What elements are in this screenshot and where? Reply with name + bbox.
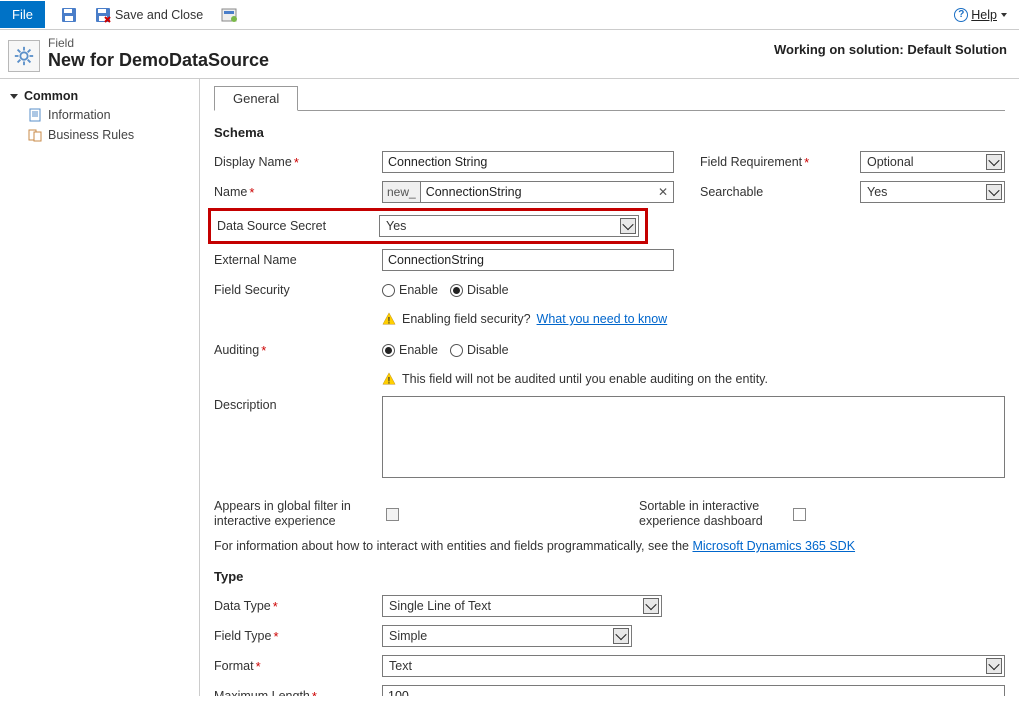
label-description: Description	[214, 396, 382, 412]
nav-item-business-rules[interactable]: Business Rules	[0, 125, 199, 145]
name-prefix: new_	[382, 181, 420, 203]
label-name: Name*	[214, 185, 382, 200]
label-display-name: Display Name*	[214, 155, 382, 170]
clear-icon[interactable]: ✕	[658, 185, 668, 199]
label-data-source-secret: Data Source Secret	[217, 219, 379, 233]
help-icon: ?	[954, 8, 968, 22]
sortable-checkbox[interactable]	[793, 508, 806, 521]
auditing-disable-radio[interactable]: Disable	[450, 343, 509, 357]
data-type-select[interactable]: Single Line of Text	[382, 595, 662, 617]
warning-icon: !	[382, 312, 396, 326]
label-external-name: External Name	[214, 253, 382, 267]
nav-item-label: Business Rules	[48, 128, 134, 142]
label-field-type: Field Type*	[214, 629, 382, 644]
data-source-secret-select[interactable]: Yes	[379, 215, 639, 237]
auditing-enable-radio[interactable]: Enable	[382, 343, 438, 357]
toolbar: File Save and Close ? Help	[0, 0, 1019, 30]
diskette-x-icon	[95, 7, 111, 23]
nav-group-common[interactable]: Common	[0, 87, 199, 105]
chevron-down-icon	[613, 628, 629, 644]
svg-text:!: !	[388, 315, 391, 325]
chevron-down-icon	[620, 218, 636, 234]
field-security-link[interactable]: What you need to know	[537, 312, 668, 326]
label-searchable: Searchable	[700, 185, 860, 199]
label-sortable: Sortable in interactive experience dashb…	[639, 499, 789, 529]
secondary-toolbar-button[interactable]	[215, 3, 243, 27]
label-global-filter: Appears in global filter in interactive …	[214, 499, 382, 529]
header-eyebrow: Field	[48, 36, 269, 50]
chevron-down-icon	[986, 184, 1002, 200]
field-security-warning: ! Enabling field security? What you need…	[382, 312, 1005, 326]
save-and-close-button[interactable]: Save and Close	[89, 3, 209, 27]
svg-text:!: !	[388, 375, 391, 385]
searchable-select[interactable]: Yes	[860, 181, 1005, 203]
label-max-length: Maximum Length*	[214, 689, 382, 697]
solution-context: Working on solution: Default Solution	[774, 38, 1007, 57]
field-security-disable-radio[interactable]: Disable	[450, 283, 509, 297]
content-area: General Schema Display Name* Field Requi…	[200, 79, 1019, 696]
save-button[interactable]	[55, 3, 83, 27]
main-layout: Common Information Business Rules Genera…	[0, 79, 1019, 696]
format-select[interactable]: Text	[382, 655, 1005, 677]
help-menu[interactable]: ? Help	[954, 8, 1007, 22]
label-field-security: Field Security	[214, 283, 382, 297]
tabbar: General	[214, 85, 1005, 111]
chevron-down-icon	[986, 154, 1002, 170]
nav-item-label: Information	[48, 108, 111, 122]
collapse-icon	[10, 94, 18, 99]
warning-icon: !	[382, 372, 396, 386]
description-textarea[interactable]	[382, 396, 1005, 478]
global-filter-checkbox[interactable]	[386, 508, 399, 521]
display-name-input[interactable]	[382, 151, 674, 173]
nav-item-information[interactable]: Information	[0, 105, 199, 125]
tab-general[interactable]: General	[214, 86, 298, 111]
side-nav: Common Information Business Rules	[0, 79, 200, 696]
field-type-select[interactable]: Simple	[382, 625, 632, 647]
diskette-icon	[61, 7, 77, 23]
data-source-secret-row: Data Source Secret Yes	[208, 208, 648, 244]
name-input[interactable]	[420, 181, 674, 203]
sdk-link[interactable]: Microsoft Dynamics 365 SDK	[692, 539, 855, 553]
section-schema: Schema	[214, 125, 1005, 140]
label-field-requirement: Field Requirement*	[700, 155, 860, 170]
gear-icon	[13, 45, 35, 67]
chevron-down-icon	[986, 658, 1002, 674]
max-length-input[interactable]	[382, 685, 1005, 696]
label-format: Format*	[214, 659, 382, 674]
label-data-type: Data Type*	[214, 599, 382, 614]
page-title: New for DemoDataSource	[48, 51, 269, 71]
document-icon	[28, 108, 42, 122]
chevron-down-icon	[1001, 13, 1007, 17]
sdk-info: For information about how to interact wi…	[214, 539, 1005, 553]
field-security-enable-radio[interactable]: Enable	[382, 283, 438, 297]
page-header: Field New for DemoDataSource Working on …	[0, 30, 1019, 79]
help-label: Help	[971, 8, 997, 22]
file-button[interactable]: File	[0, 1, 45, 28]
form-icon	[221, 7, 237, 23]
chevron-down-icon	[643, 598, 659, 614]
section-type: Type	[214, 569, 1005, 584]
rules-icon	[28, 128, 42, 142]
entity-icon	[8, 40, 40, 72]
save-and-close-label: Save and Close	[115, 8, 203, 22]
auditing-warning: ! This field will not be audited until y…	[382, 372, 1005, 386]
field-requirement-select[interactable]: Optional	[860, 151, 1005, 173]
label-auditing: Auditing*	[214, 343, 382, 358]
external-name-input[interactable]	[382, 249, 674, 271]
